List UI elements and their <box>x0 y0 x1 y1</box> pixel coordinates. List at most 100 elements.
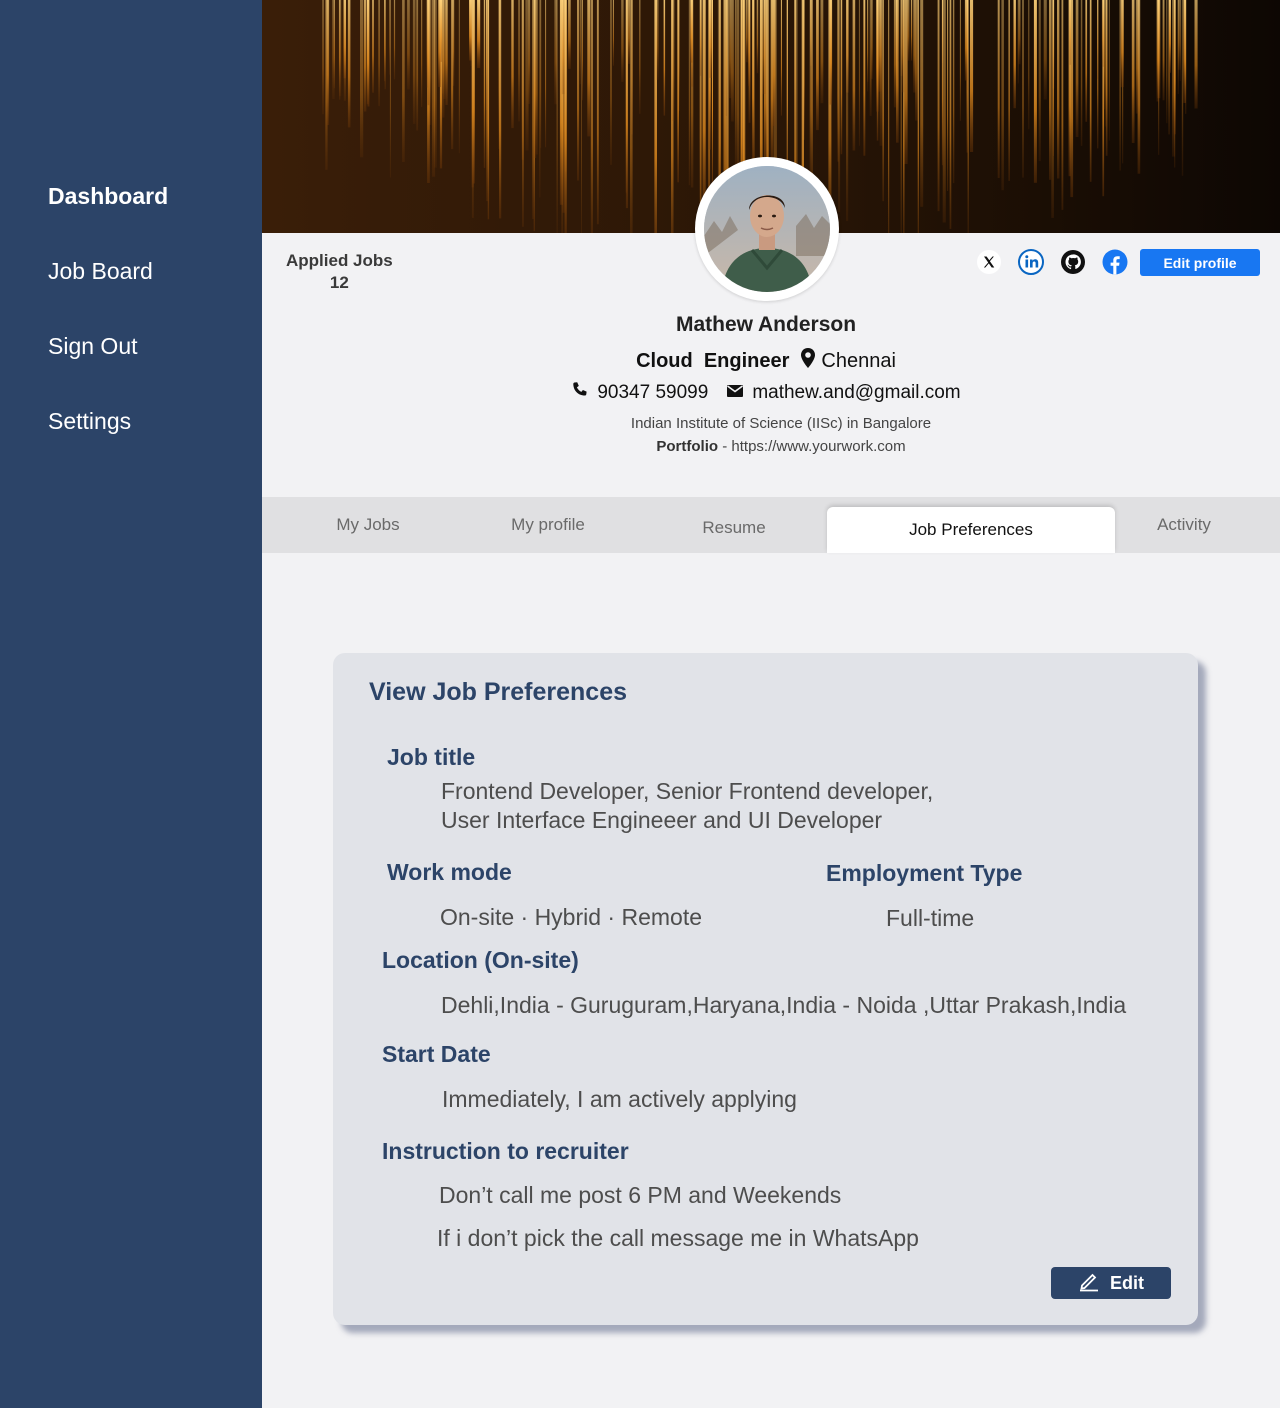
banner-streak <box>587 0 591 137</box>
banner-streak <box>942 0 946 223</box>
banner-streak <box>525 0 529 151</box>
banner-streak <box>343 0 346 101</box>
job-title-line-1: Frontend Developer, Senior Frontend deve… <box>441 778 934 804</box>
banner-streak <box>518 0 520 122</box>
banner-streak <box>1166 0 1168 124</box>
banner-streak <box>893 0 898 108</box>
sidebar-item-dashboard[interactable]: Dashboard <box>48 183 168 210</box>
banner-streak <box>1101 0 1105 67</box>
facebook-icon[interactable] <box>1102 249 1128 275</box>
banner-streak <box>729 0 732 99</box>
tab-resume[interactable]: Resume <box>642 500 826 556</box>
start-date-value: Immediately, I am actively applying <box>442 1086 797 1112</box>
banner-streak <box>1194 0 1198 109</box>
banner-streak <box>339 0 341 100</box>
banner-streak <box>700 0 702 76</box>
banner-streak <box>561 0 565 95</box>
banner-streak <box>762 0 766 95</box>
profile-location: Chennai <box>799 347 896 375</box>
banner-streak <box>920 0 924 207</box>
banner-streak <box>907 0 910 61</box>
portfolio-line: Portfolio - https://www.yourwork.com <box>262 438 1280 455</box>
banner-streak <box>1070 0 1074 198</box>
banner-streak <box>528 0 531 104</box>
banner-streak <box>554 0 557 105</box>
github-icon[interactable] <box>1060 249 1086 275</box>
banner-streak <box>458 0 460 154</box>
banner-streak <box>947 0 949 191</box>
banner-streak <box>625 0 628 209</box>
edit-label: Edit <box>1110 1272 1144 1293</box>
banner-streak <box>858 0 860 146</box>
banner-streak <box>1008 0 1010 181</box>
x-icon[interactable] <box>976 249 1002 275</box>
banner-streak <box>1061 0 1064 210</box>
job-title-line-2: User Interface Engineeer and UI Develope… <box>441 807 883 833</box>
banner-streak <box>438 0 441 87</box>
sidebar-item-settings[interactable]: Settings <box>48 408 131 435</box>
banner-streak <box>610 0 612 165</box>
banner-streak <box>677 0 679 183</box>
banner-streak <box>384 0 386 90</box>
banner-streak <box>378 0 380 107</box>
employment-type-value: Full-time <box>886 905 975 931</box>
banner-streak <box>1104 0 1107 127</box>
banner-streak <box>1013 0 1016 109</box>
banner-streak <box>511 0 514 129</box>
banner-streak <box>483 0 486 168</box>
banner-streak <box>539 0 541 198</box>
tab-activity[interactable]: Activity <box>1115 497 1253 553</box>
banner-streak <box>829 0 833 105</box>
sidebar-item-job-board[interactable]: Job Board <box>48 258 153 285</box>
banner-streak <box>522 0 524 227</box>
banner-streak <box>780 0 782 116</box>
edit-profile-button[interactable]: Edit profile <box>1140 249 1260 276</box>
banner-streak <box>360 0 364 158</box>
mail-icon <box>726 382 744 404</box>
banner-streak <box>332 0 335 99</box>
banner-streak <box>322 0 324 115</box>
banner-streak <box>1022 0 1024 178</box>
banner-streak <box>838 0 841 213</box>
card-title: View Job Preferences <box>369 678 628 706</box>
phone-icon <box>571 381 589 405</box>
location-text: Chennai <box>821 349 896 372</box>
banner-streak <box>1085 0 1088 122</box>
applied-jobs: Applied Jobs 12 <box>286 251 393 293</box>
banner-streak <box>486 0 489 202</box>
banner-streak <box>663 0 666 116</box>
banner-streak <box>1156 0 1160 102</box>
banner-streak <box>913 0 916 93</box>
edit-preferences-button[interactable]: Edit <box>1051 1267 1171 1299</box>
pencil-icon <box>1078 1270 1100 1297</box>
banner-streak <box>1108 0 1110 141</box>
banner-streak <box>852 0 856 151</box>
banner-streak <box>900 0 902 233</box>
banner-streak <box>964 0 968 81</box>
banner-streak <box>897 0 899 62</box>
work-mode-heading: Work mode <box>387 859 512 885</box>
tab-my-jobs[interactable]: My Jobs <box>262 497 474 553</box>
banner-streak <box>1185 0 1187 114</box>
portfolio-link[interactable]: https://www.yourwork.com <box>731 438 905 455</box>
tab-my-profile[interactable]: My profile <box>458 497 638 553</box>
email-address[interactable]: mathew.and@gmail.com <box>752 382 960 404</box>
sidebar-item-sign-out[interactable]: Sign Out <box>48 333 138 360</box>
linkedin-icon[interactable] <box>1018 249 1044 275</box>
banner-streak <box>702 0 706 218</box>
instruction-line-2: If i don’t pick the call message me in W… <box>437 1225 919 1251</box>
banner-streak <box>1053 0 1054 156</box>
banner-streak <box>1043 0 1047 100</box>
banner-streak <box>1038 0 1041 162</box>
location-pin-icon <box>799 347 817 375</box>
banner-streak <box>816 0 819 131</box>
banner-streak <box>917 0 919 233</box>
banner-streak <box>937 0 940 212</box>
banner-streak <box>1179 0 1181 82</box>
banner-streak <box>451 0 454 150</box>
banner-streak <box>402 0 405 162</box>
tab-job-preferences[interactable]: Job Preferences <box>827 507 1115 553</box>
banner-streak <box>1049 0 1052 180</box>
banner-streak <box>959 0 961 121</box>
banner-streak <box>1028 0 1030 130</box>
